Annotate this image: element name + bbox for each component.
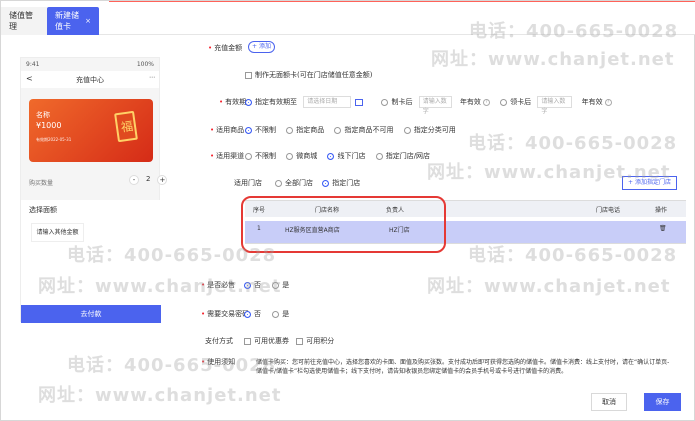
watermark-phone: 电话：400-665-0028 [67, 245, 277, 266]
store-options: 全部门店 指定门店 [275, 177, 360, 189]
info-icon: ? [604, 98, 612, 106]
radio-card-after[interactable] [381, 98, 389, 106]
channel-options: 不限制 微商城 线下门店 指定门店/网店 [245, 150, 430, 162]
password-options: 否 是 [244, 308, 289, 320]
app-window: 储值管理 新建储值卡 × 9:41 100% < 充值中心 ⋯ 名称 ¥1000 有… [0, 0, 695, 421]
radio-channel-offline[interactable] [327, 152, 335, 160]
radio-store-specified[interactable] [322, 179, 330, 187]
checkbox[interactable] [245, 71, 252, 79]
add-amount-button[interactable]: + 添加 [248, 41, 275, 53]
goods-label: 适用商品 [210, 124, 244, 136]
delete-icon[interactable]: 🗑 [659, 225, 667, 232]
radio-password-yes[interactable] [272, 310, 280, 318]
year-input-1[interactable]: 请输入数字 [418, 96, 452, 115]
info-icon: ? [482, 98, 490, 106]
noface-checkbox-row[interactable]: 制作无面额卡(可在门店储值任意金额) [245, 69, 372, 81]
year-input-2[interactable]: 请输入数字 [537, 96, 573, 115]
radio-goods-category[interactable] [403, 126, 411, 134]
radio-channel-store[interactable] [375, 152, 383, 160]
watermark-site: 网址：www.chanjet.net [38, 385, 282, 406]
checkbox-points[interactable] [296, 337, 304, 345]
channel-label: 适用渠道 [210, 150, 244, 162]
radio-password-no[interactable] [244, 310, 251, 318]
pay-options: 可用优惠券 可用积分 [244, 335, 334, 347]
radio-fixed-date[interactable] [245, 98, 252, 106]
valid-options: 指定有效期至 请选择日期 制卡后 请输入数字 年有效? 领卡后 请输入数字 年有… [245, 96, 612, 115]
watermark-site: 网址：www.chanjet.net [427, 162, 671, 183]
password-label: 需要交易密码 [201, 308, 249, 320]
cancel-button[interactable]: 取消 [591, 393, 627, 411]
amount-label: 充值金额 [208, 42, 242, 54]
radio-goods-unlimited[interactable] [245, 126, 252, 134]
watermark-phone: 电话：400-665-0028 [468, 245, 678, 266]
watermark-site: 网址：www.chanjet.net [38, 276, 282, 297]
watermark-site: 网址：www.chanjet.net [431, 49, 675, 70]
store-label: 适用门店 [234, 179, 262, 187]
save-button[interactable]: 保存 [644, 393, 681, 411]
radio-store-all[interactable] [275, 179, 282, 187]
watermark-phone: 电话：400-665-0028 [67, 355, 277, 376]
radio-channel-wechat[interactable] [286, 152, 294, 160]
radio-goods-specified[interactable] [286, 126, 294, 134]
radio-channel-unlimited[interactable] [245, 152, 252, 160]
calendar-icon[interactable] [355, 98, 364, 106]
valid-label: 有效期 [219, 96, 246, 108]
goods-options: 不限制 指定商品 指定商品不可用 指定分类可用 [245, 124, 456, 136]
watermark-phone: 电话：400-665-0028 [469, 21, 679, 42]
watermark-site: 网址：www.chanjet.net [427, 276, 671, 297]
pay-method-label: 支付方式 [205, 337, 233, 345]
watermark-phone: 电话：400-665-0028 [468, 133, 678, 154]
radio-goods-not[interactable] [334, 126, 342, 134]
checkbox-coupon[interactable] [244, 337, 251, 345]
radio-active-after[interactable] [500, 98, 508, 106]
date-input[interactable]: 请选择日期 [303, 96, 352, 108]
notice-textarea[interactable]: 储值卡购买：您可前往充值中心，选择您喜欢的卡面、面值及购买张数。支付成功后即可获… [256, 358, 674, 393]
